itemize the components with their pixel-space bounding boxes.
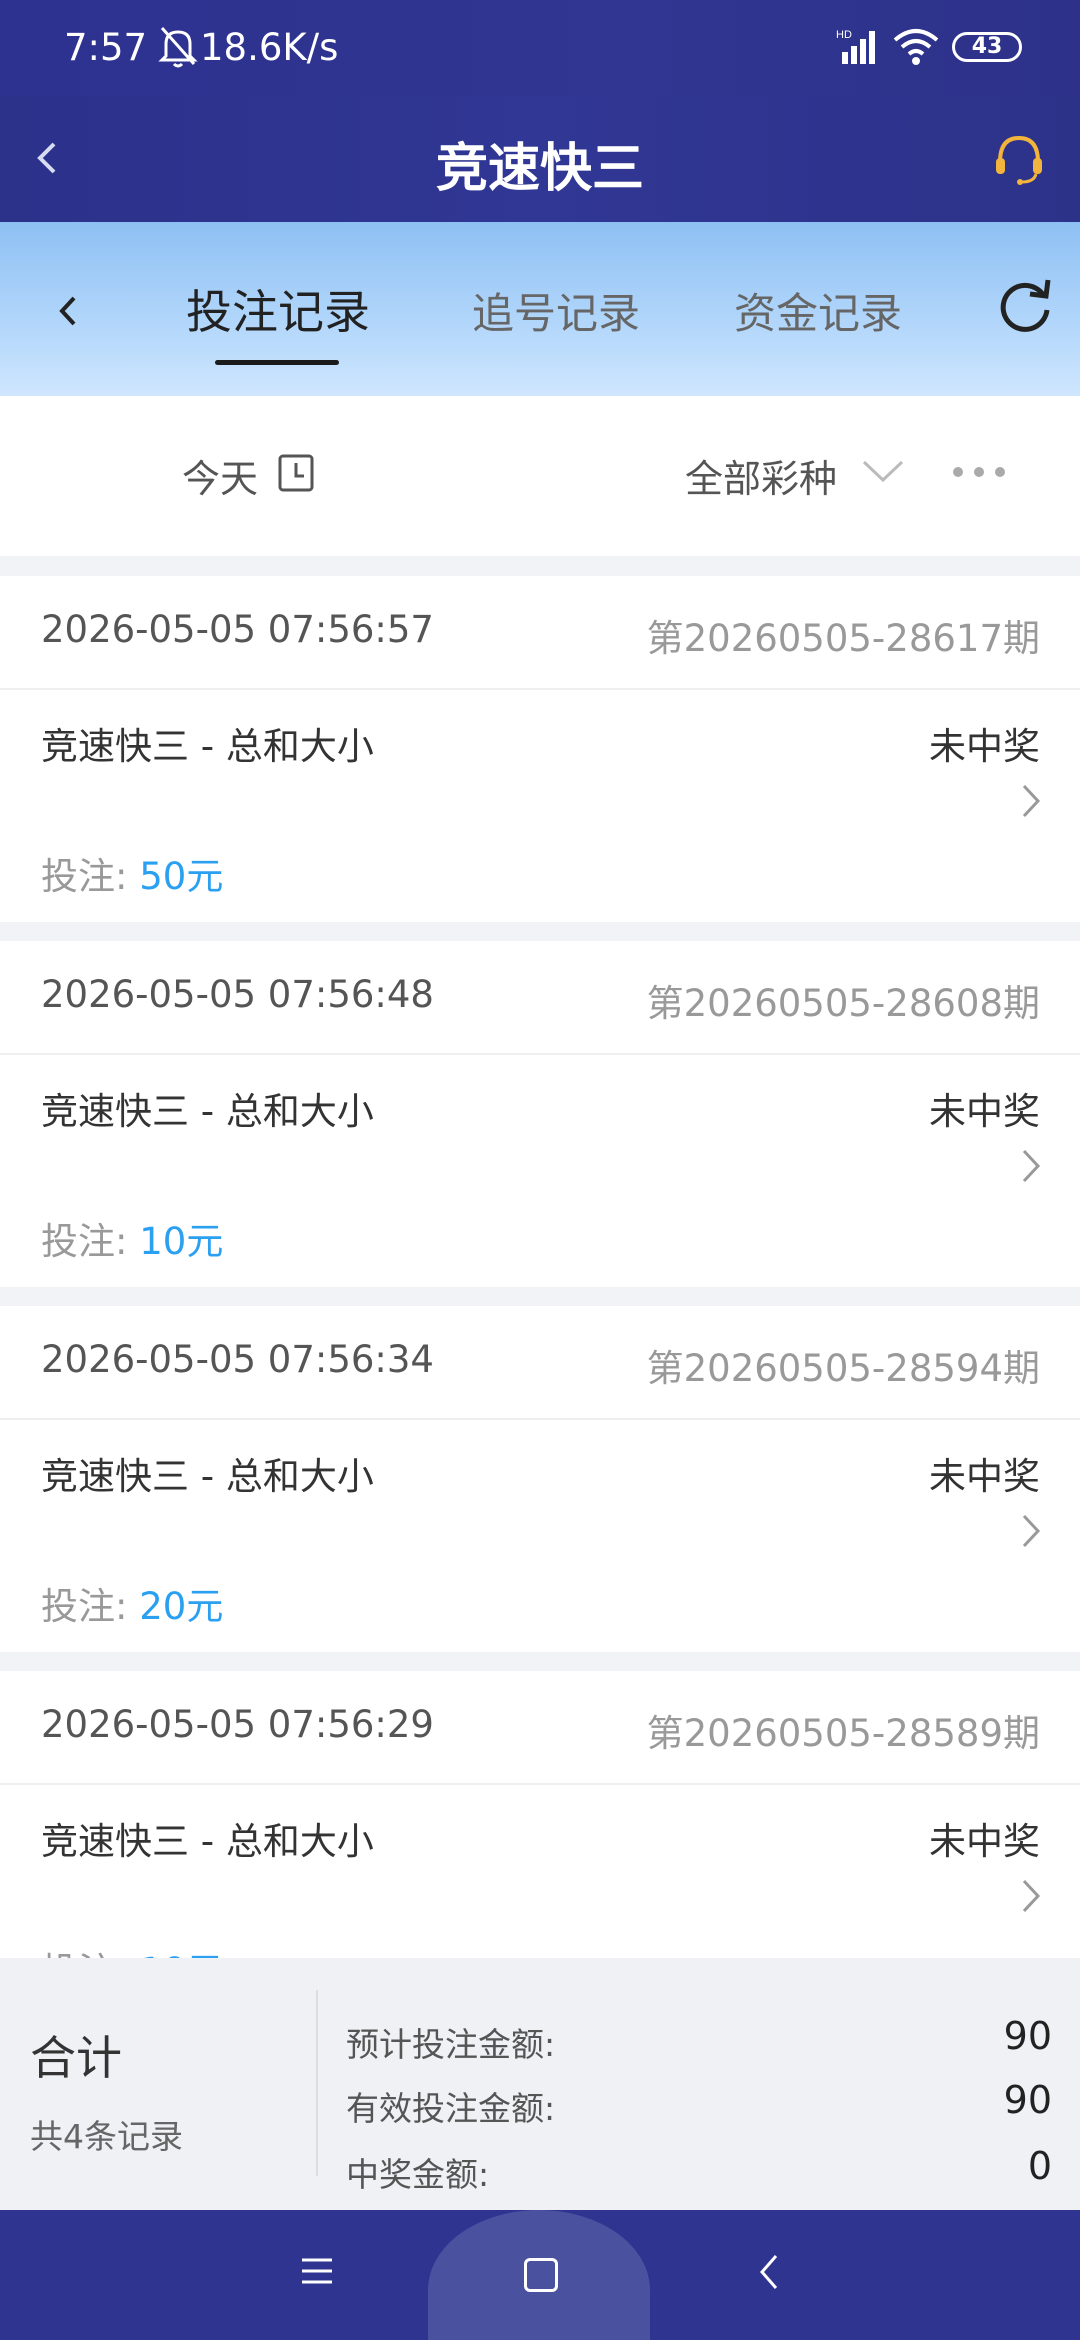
bet-amount: 10元: [139, 1220, 224, 1263]
record-bet: 投注: 10元: [41, 1941, 223, 1958]
calendar-icon[interactable]: [278, 454, 314, 492]
summary-row: 预计投注金额: 90: [346, 2014, 1052, 2068]
summary-row: 有效投注金额: 90: [346, 2078, 1052, 2132]
divider: [0, 1783, 1080, 1785]
record-card[interactable]: 2026-05-05 07:56:48 第20260505-28608期 竞速快…: [0, 941, 1080, 1287]
more-icon[interactable]: [950, 462, 1008, 482]
summary-value: 90: [1003, 2078, 1052, 2122]
summary-label: 有效投注金额:: [346, 2089, 556, 2128]
record-count: 共4条记录: [30, 2117, 183, 2156]
active-tab-indicator: [215, 360, 339, 365]
record-period: 第20260505-28589期: [646, 1712, 1040, 1755]
record-status: 未中奖: [929, 725, 1040, 768]
divider: [0, 1418, 1080, 1420]
record-card[interactable]: 2026-05-05 07:56:57 第20260505-28617期 竞速快…: [0, 576, 1080, 922]
summary-label: 中奖金额:: [346, 2155, 490, 2194]
divider: [0, 1053, 1080, 1055]
chevron-right-icon[interactable]: [1020, 1877, 1042, 1915]
tab-bet-records[interactable]: 投注记录: [186, 276, 370, 342]
battery-indicator: 43: [952, 32, 1022, 62]
network-speed: 18.6K/s: [200, 26, 339, 69]
signal-icon: HD: [836, 29, 875, 64]
divider: [316, 1990, 318, 2176]
chevron-right-icon[interactable]: [1020, 782, 1042, 820]
divider: [0, 688, 1080, 690]
record-game: 竞速快三 - 总和大小: [41, 1455, 374, 1498]
record-period: 第20260505-28608期: [646, 982, 1040, 1025]
wifi-icon: [893, 29, 939, 65]
record-status: 未中奖: [929, 1455, 1040, 1498]
filter-bar: 今天 全部彩种: [0, 396, 1080, 556]
date-filter[interactable]: 今天: [182, 448, 258, 503]
record-card[interactable]: 2026-05-05 07:56:29 第20260505-28589期 竞速快…: [0, 1671, 1080, 1958]
tab-chase-records[interactable]: 追号记录: [472, 280, 640, 341]
record-time: 2026-05-05 07:56:34: [41, 1338, 434, 1381]
record-bet: 投注: 20元: [41, 1576, 223, 1630]
tab-bar: 投注记录 追号记录 资金记录: [0, 222, 1080, 396]
customer-service-icon[interactable]: [992, 132, 1046, 186]
back-icon[interactable]: [50, 284, 86, 338]
lottery-filter[interactable]: 全部彩种: [685, 448, 837, 503]
system-nav-bar: [0, 2210, 1080, 2340]
svg-text:HD: HD: [836, 29, 852, 41]
back-icon[interactable]: [758, 2252, 780, 2292]
chevron-down-icon[interactable]: [860, 456, 906, 486]
records-list: 2026-05-05 07:56:57 第20260505-28617期 竞速快…: [0, 576, 1080, 1958]
summary-panel: 合计 共4条记录 预计投注金额: 90 有效投注金额: 90 中奖金额: 0: [0, 1958, 1080, 2210]
summary-value: 90: [1003, 2014, 1052, 2058]
record-bet: 投注: 50元: [41, 846, 223, 900]
record-time: 2026-05-05 07:56:48: [41, 973, 434, 1016]
app-header: 竞速快三: [0, 96, 1080, 222]
bet-label: 投注:: [41, 1585, 140, 1628]
bet-amount: 20元: [139, 1585, 224, 1628]
home-icon[interactable]: [524, 2258, 558, 2292]
bet-label: 投注:: [41, 1950, 139, 1958]
bet-label: 投注:: [41, 1220, 140, 1263]
summary-value: 0: [1027, 2144, 1052, 2188]
status-bar: 7:57 18.6K/s HD 43: [0, 0, 1080, 96]
record-status: 未中奖: [929, 1820, 1040, 1863]
record-game: 竞速快三 - 总和大小: [41, 725, 374, 768]
chevron-right-icon[interactable]: [1020, 1147, 1042, 1185]
record-card[interactable]: 2026-05-05 07:56:34 第20260505-28594期 竞速快…: [0, 1306, 1080, 1652]
refresh-icon[interactable]: [994, 274, 1056, 336]
record-status: 未中奖: [929, 1090, 1040, 1133]
record-time: 2026-05-05 07:56:29: [41, 1703, 434, 1746]
bet-amount: 10元: [139, 1950, 223, 1958]
record-period: 第20260505-28617期: [646, 617, 1040, 660]
status-time: 7:57: [64, 26, 148, 69]
record-game: 竞速快三 - 总和大小: [41, 1820, 374, 1863]
menu-icon[interactable]: [300, 2254, 334, 2288]
tab-fund-records[interactable]: 资金记录: [734, 280, 902, 341]
bet-amount: 50元: [139, 855, 224, 898]
summary-row: 中奖金额: 0: [346, 2144, 1052, 2198]
summary-label: 预计投注金额:: [346, 2025, 556, 2064]
bell-off-icon: [158, 27, 198, 68]
record-bet: 投注: 10元: [41, 1211, 223, 1265]
page-title: 竞速快三: [435, 139, 644, 199]
record-period: 第20260505-28594期: [646, 1347, 1040, 1390]
bet-label: 投注:: [41, 855, 140, 898]
chevron-right-icon[interactable]: [1020, 1512, 1042, 1550]
summary-title: 合计: [30, 2031, 122, 2085]
record-game: 竞速快三 - 总和大小: [41, 1090, 374, 1133]
record-time: 2026-05-05 07:56:57: [41, 608, 434, 651]
